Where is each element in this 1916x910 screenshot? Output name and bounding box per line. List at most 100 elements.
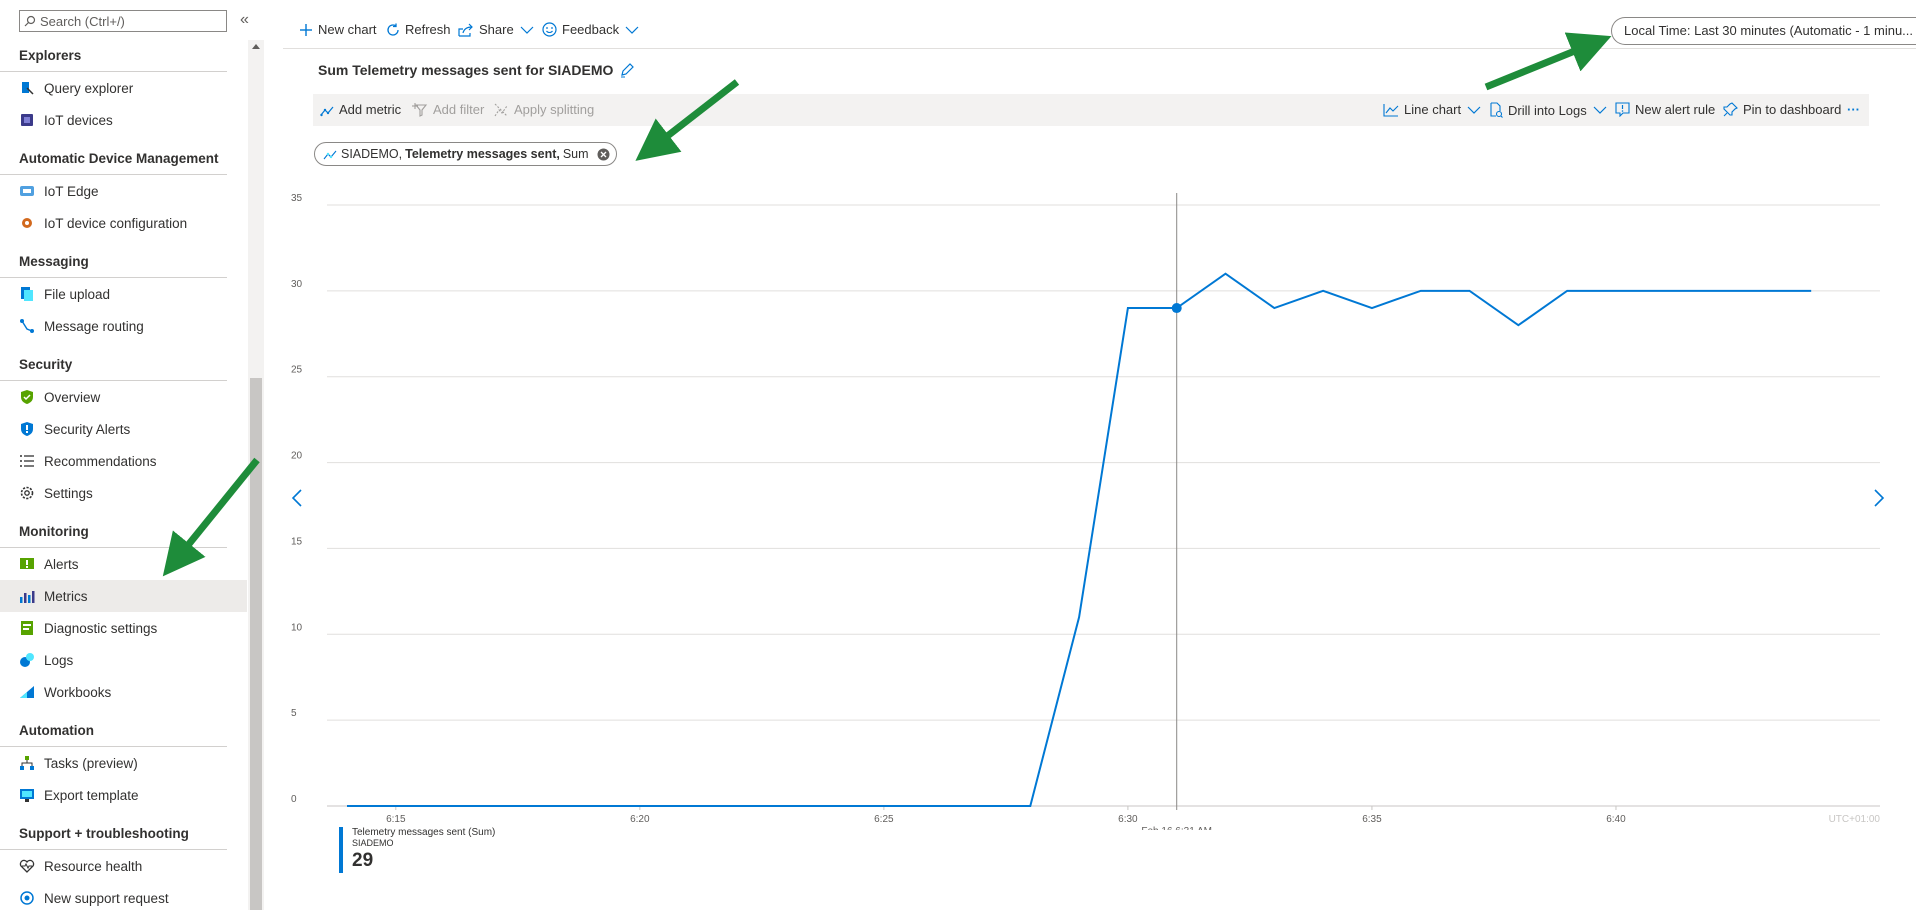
- sidebar-item-label: IoT Edge: [44, 183, 99, 199]
- sidebar-scrollbar[interactable]: [248, 40, 264, 910]
- x-tick-label: 6:20: [630, 814, 650, 825]
- add-filter-button[interactable]: Add filter: [412, 102, 484, 117]
- y-tick-label: 20: [291, 451, 303, 462]
- chevron-left-icon[interactable]: [291, 488, 303, 508]
- gear-icon: [20, 486, 34, 500]
- alerts-icon: [20, 558, 34, 569]
- sidebar-item-resource-health[interactable]: Resource health: [0, 850, 247, 882]
- message-routing-icon: [20, 319, 34, 333]
- search-input[interactable]: Search (Ctrl+/): [19, 10, 227, 32]
- chart-legend[interactable]: Telemetry messages sent (Sum) SIADEMO 29: [339, 827, 495, 873]
- alert-rule-icon: [1615, 102, 1630, 117]
- shield-icon: [21, 390, 33, 404]
- scrollbar-thumb[interactable]: [250, 378, 262, 910]
- nav-section-header: Support + troubleshooting: [0, 818, 227, 850]
- metrics-line-chart[interactable]: 0 5 10 15 20 25 30 35 6:15 6:20 6:25 6:30 6:35 6:40 UT…: [283, 185, 1883, 830]
- y-tick-label: 30: [291, 279, 303, 290]
- chevron-down-icon: [1467, 106, 1481, 114]
- iot-devices-icon: [21, 114, 33, 126]
- y-tick-label: 15: [291, 536, 303, 547]
- nav-section-header: Explorers: [0, 40, 227, 72]
- metric-pill[interactable]: SIADEMO, Telemetry messages sent, Sum: [314, 142, 617, 166]
- more-options-button[interactable]: ···: [1847, 102, 1860, 117]
- nav-section-gap: [0, 136, 247, 143]
- sidebar-item-alerts[interactable]: Alerts: [0, 548, 247, 580]
- sidebar-item-label: Query explorer: [44, 80, 134, 96]
- sidebar-item-label: IoT device configuration: [44, 215, 188, 231]
- series-line: [347, 272, 1812, 807]
- sidebar-item-label: Message routing: [44, 318, 144, 334]
- sidebar-item-workbooks[interactable]: Workbooks: [0, 676, 247, 708]
- search-icon: [24, 15, 36, 27]
- sidebar-item-logs[interactable]: Logs: [0, 644, 247, 676]
- sidebar-item-label: Workbooks: [44, 684, 112, 700]
- line-chart-dropdown[interactable]: Line chart: [1383, 102, 1486, 117]
- share-icon: [458, 23, 473, 37]
- feedback-button[interactable]: Feedback: [542, 22, 644, 37]
- heart-icon: [19, 859, 35, 873]
- sidebar-item-security-alerts[interactable]: Security Alerts: [0, 413, 247, 445]
- drill-into-logs-label: Drill into Logs: [1508, 102, 1587, 118]
- sidebar-item-diagnostic-settings[interactable]: Diagnostic settings: [0, 612, 247, 644]
- y-tick-label: 5: [291, 708, 297, 719]
- sidebar-item-query-explorer[interactable]: Query explorer: [0, 72, 247, 104]
- tasks-icon: [20, 756, 34, 770]
- time-range-picker[interactable]: Local Time: Last 30 minutes (Automatic -…: [1611, 17, 1916, 45]
- add-filter-icon: [412, 102, 428, 117]
- new-alert-rule-label: New alert rule: [1635, 102, 1716, 117]
- x-tick-label: 6:40: [1606, 814, 1626, 825]
- export-template-icon: [20, 789, 34, 802]
- plus-icon: [300, 23, 312, 36]
- sidebar-item-metrics[interactable]: Metrics: [0, 580, 247, 612]
- nav-section-gap: [0, 708, 247, 715]
- chevron-right-icon[interactable]: [1873, 488, 1885, 508]
- refresh-button[interactable]: Refresh: [386, 22, 451, 37]
- toolbar-divider: [283, 48, 1916, 49]
- recommendations-icon: [20, 455, 34, 467]
- workbooks-icon: [20, 686, 34, 698]
- nav-section-header: Automation: [0, 715, 227, 747]
- sidebar-item-iot-edge[interactable]: IoT Edge: [0, 175, 247, 207]
- scroll-up-arrow[interactable]: [252, 44, 260, 49]
- sidebar-item-file-upload[interactable]: File upload: [0, 278, 247, 310]
- drill-logs-icon: [1490, 102, 1503, 118]
- sidebar-item-iot-devices[interactable]: IoT devices: [0, 104, 247, 136]
- share-label: Share: [479, 22, 514, 37]
- new-chart-button[interactable]: New chart: [299, 22, 377, 37]
- new-alert-rule-button[interactable]: New alert rule: [1615, 102, 1715, 117]
- collapse-sidebar-button[interactable]: «: [240, 11, 249, 29]
- sidebar-item-recommendations[interactable]: Recommendations: [0, 445, 247, 477]
- sidebar-item-label: Alerts: [44, 556, 79, 572]
- sidebar-item-message-routing[interactable]: Message routing: [0, 310, 247, 342]
- drill-into-logs-dropdown[interactable]: Drill into Logs: [1489, 102, 1612, 118]
- sidebar-item-iot-device-configuration[interactable]: IoT device configuration: [0, 207, 247, 239]
- metric-pill-metric: Telemetry messages sent,: [405, 147, 560, 161]
- chevron-down-icon: [1593, 106, 1607, 114]
- metric-pill-aggregation: Sum: [562, 147, 589, 161]
- hover-time-label: Feb 16 6:31 AM: [1141, 826, 1212, 830]
- nav-section-header: Monitoring: [0, 516, 227, 548]
- support-icon: [20, 891, 34, 905]
- apply-splitting-button[interactable]: Apply splitting: [494, 102, 594, 117]
- share-button[interactable]: Share: [458, 22, 539, 37]
- add-metric-button[interactable]: Add metric: [320, 102, 401, 117]
- sidebar-item-label: Recommendations: [44, 453, 157, 469]
- close-icon[interactable]: [597, 148, 610, 161]
- nav-section-gap: [0, 239, 247, 246]
- line-chart-icon: [1383, 103, 1399, 117]
- pin-to-dashboard-button[interactable]: Pin to dashboard: [1723, 102, 1841, 117]
- sidebar-item-tasks-preview[interactable]: Tasks (preview): [0, 747, 247, 779]
- sidebar-item-overview[interactable]: Overview: [0, 381, 247, 413]
- sidebar-item-settings[interactable]: Settings: [0, 477, 247, 509]
- sidebar-item-new-support-request[interactable]: New support request: [0, 882, 247, 910]
- y-tick-label: 10: [291, 622, 303, 633]
- sidebar-item-export-template[interactable]: Export template: [0, 779, 247, 811]
- edit-pencil-icon[interactable]: [619, 62, 635, 78]
- apply-splitting-label: Apply splitting: [514, 102, 595, 117]
- iot-edge-icon: [20, 186, 34, 196]
- metric-resource-icon: [323, 150, 337, 160]
- nav-section-gap: [0, 342, 247, 349]
- line-chart-label: Line chart: [1404, 102, 1462, 117]
- sidebar-item-label: Tasks (preview): [44, 755, 138, 771]
- sidebar-item-label: Security Alerts: [44, 421, 131, 437]
